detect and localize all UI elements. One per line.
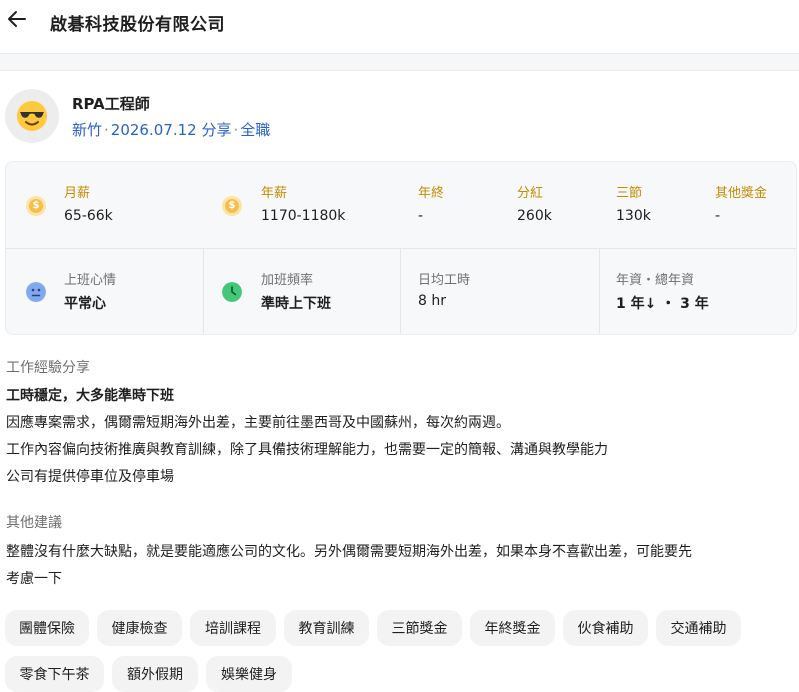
annual-salary-value: 1170-1180k xyxy=(261,208,346,224)
annual-salary-label: 年薪 xyxy=(261,186,288,201)
stats-panel: $ 月薪 65-66k $ 年薪 1170-1180k 年終 - 分紅 260k… xyxy=(5,161,797,335)
benefit-tag[interactable]: 三節獎金 xyxy=(377,610,462,646)
clock-icon xyxy=(222,282,242,302)
advice-line: 整體沒有什麼大缺點，就是要能適應公司的文化。另外偶爾需要短期海外出差，如果本身不… xyxy=(6,544,692,560)
other-bonus-label: 其他獎金 xyxy=(715,186,768,201)
job-meta: 新竹 · 2026.07.12 分享 · 全職 xyxy=(72,121,271,139)
benefit-tag[interactable]: 年終獎金 xyxy=(470,610,555,646)
top-bar: 啟碁科技股份有限公司 xyxy=(0,0,799,44)
advice-line: 考慮一下 xyxy=(6,571,62,587)
tenure-value: 1 年↓ ・ 3 年 xyxy=(616,296,709,312)
benefit-tag[interactable]: 團體保險 xyxy=(5,610,89,646)
coin-icon: $ xyxy=(222,196,242,216)
overtime-value: 準時上下班 xyxy=(261,296,331,312)
section-divider xyxy=(0,53,799,71)
festival-bonus-value: 130k xyxy=(616,208,651,224)
overtime-label: 加班頻率 xyxy=(261,273,314,288)
benefit-tag[interactable]: 娛樂健身 xyxy=(206,656,292,692)
experience-line: 公司有提供停車位及停車場 xyxy=(6,469,174,485)
other-bonus-value: - xyxy=(715,208,721,224)
experience-line: 工時穩定，大多能準時下班 xyxy=(6,388,174,404)
stats-divider xyxy=(6,248,796,249)
mood-value: 平常心 xyxy=(64,296,106,312)
job-type[interactable]: 全職 xyxy=(240,121,270,139)
tenure-label: 年資・總年資 xyxy=(616,273,695,288)
monthly-salary-label: 月薪 xyxy=(64,186,91,201)
benefit-tag[interactable]: 教育訓練 xyxy=(284,610,369,646)
festival-bonus-label: 三節 xyxy=(616,186,643,201)
arrow-left-icon[interactable] xyxy=(6,8,28,30)
benefit-tag[interactable]: 交通補助 xyxy=(656,610,741,646)
neutral-face-icon xyxy=(26,282,46,302)
benefit-tag[interactable]: 額外假期 xyxy=(112,656,198,692)
benefit-tag[interactable]: 零食下午茶 xyxy=(5,656,104,692)
coin-icon: $ xyxy=(26,196,46,216)
job-title: RPA工程師 xyxy=(72,95,150,113)
avatar xyxy=(5,89,59,143)
advice-heading: 其他建議 xyxy=(6,515,62,531)
job-location[interactable]: 新竹 xyxy=(72,121,102,139)
experience-heading: 工作經驗分享 xyxy=(6,360,90,376)
daily-hours-value: 8 hr xyxy=(418,293,446,309)
dividend-value: 260k xyxy=(517,208,552,224)
benefit-tag[interactable]: 伙食補助 xyxy=(563,610,648,646)
mood-label: 上班心情 xyxy=(64,273,117,288)
share-date: 2026.07.12 分享 xyxy=(110,121,232,139)
experience-line: 因應專案需求，偶爾需短期海外出差，主要前往墨西哥及中國蘇州，每次約兩週。 xyxy=(6,415,510,431)
monthly-salary-value: 65-66k xyxy=(64,208,113,224)
daily-hours-label: 日均工時 xyxy=(418,273,471,288)
benefit-tag[interactable]: 培訓課程 xyxy=(190,610,276,646)
year-end-value: - xyxy=(418,208,424,224)
sunglasses-face-icon xyxy=(17,101,47,131)
experience-line: 工作內容偏向技術推廣與教育訓練，除了具備技術理解能力，也需要一定的簡報、溝通與教… xyxy=(6,442,608,458)
year-end-label: 年終 xyxy=(418,186,445,201)
dividend-label: 分紅 xyxy=(517,186,544,201)
benefit-tag[interactable]: 健康檢查 xyxy=(97,610,182,646)
company-name: 啟碁科技股份有限公司 xyxy=(50,15,225,35)
